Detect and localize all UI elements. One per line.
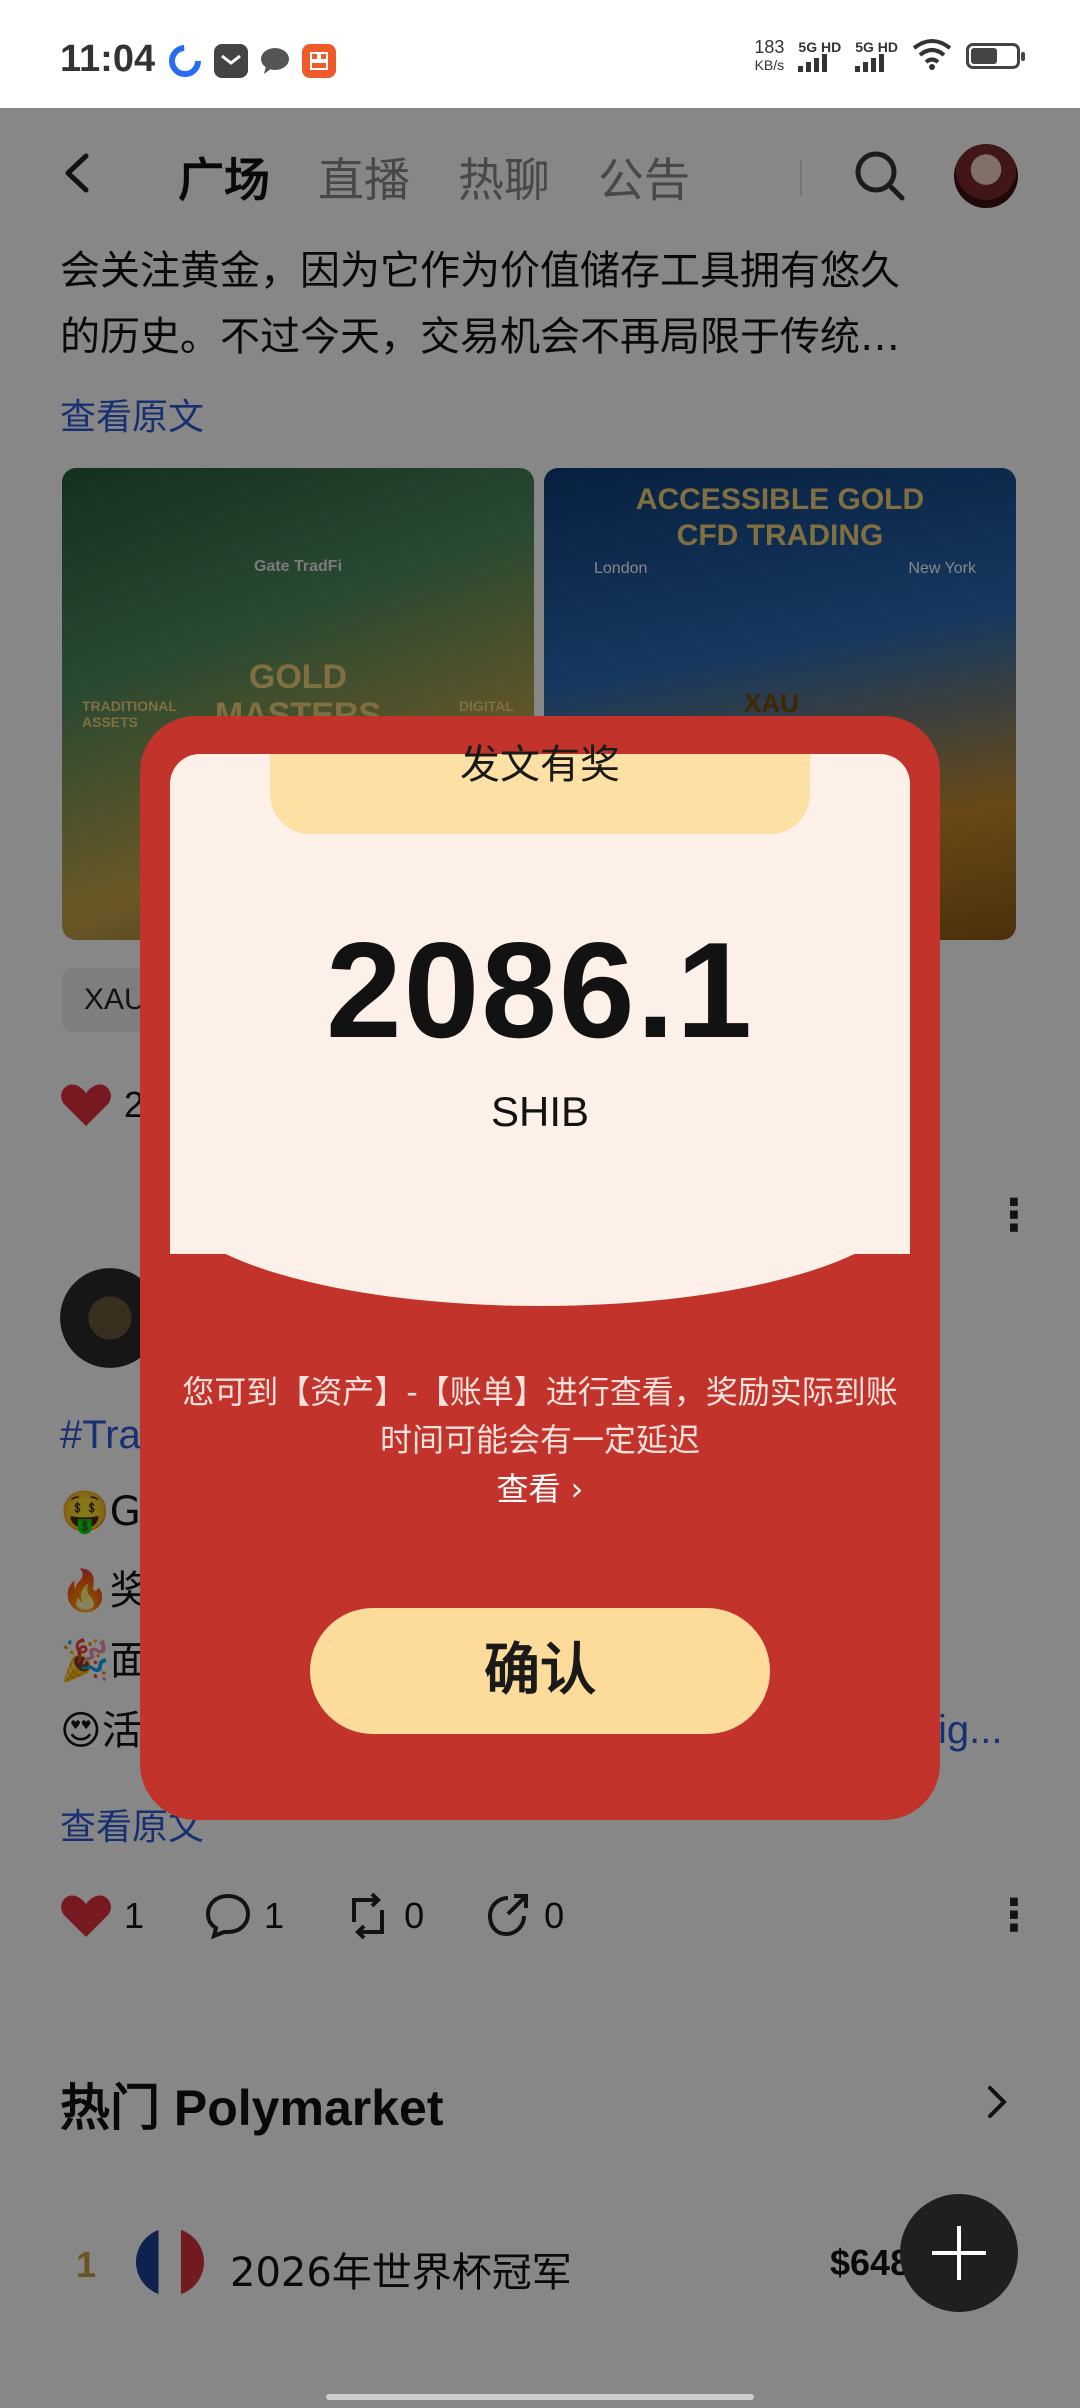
view-bill-link[interactable]: 查看 › [140, 1464, 940, 1510]
network-speed: 183 KB/s [754, 38, 784, 74]
chat-bubble-icon [258, 44, 292, 78]
signal-2: 5G HD [855, 40, 898, 72]
speed-unit: KB/s [754, 57, 785, 73]
speed-value: 183 [754, 37, 785, 57]
battery-icon [966, 43, 1025, 69]
net-label-2: 5G HD [855, 39, 898, 55]
mail-icon [214, 44, 248, 78]
status-right: 183 KB/s 5G HD 5G HD [754, 36, 1025, 76]
add-post-button[interactable] [900, 2194, 1018, 2312]
reward-modal: 发文有奖 2086.1 SHIB 您可到【资产】-【账单】进行查看，奖励实际到账… [140, 716, 940, 1820]
app-c-icon [168, 44, 202, 78]
modal-title: 发文有奖 [460, 742, 620, 788]
confirm-button[interactable]: 确认 [310, 1608, 770, 1734]
reward-card-curve [170, 1196, 910, 1306]
wifi-icon [912, 38, 952, 74]
signal-1: 5G HD [798, 40, 841, 72]
signal-bars-icon [855, 54, 898, 72]
reward-amount: 2086.1 [326, 914, 754, 1066]
reward-description: 您可到【资产】-【账单】进行查看，奖励实际到账时间可能会有一定延迟 [182, 1373, 898, 1459]
signal-bars-icon [798, 54, 841, 72]
net-label-1: 5G HD [798, 39, 842, 55]
status-bar: 11:04 183 KB/s 5G HD 5G HD [0, 0, 1080, 108]
home-indicator[interactable] [326, 2394, 754, 2400]
status-time: 11:04 [60, 38, 156, 80]
app-orange-icon [302, 44, 336, 78]
reward-unit: SHIB [490, 1088, 590, 1135]
